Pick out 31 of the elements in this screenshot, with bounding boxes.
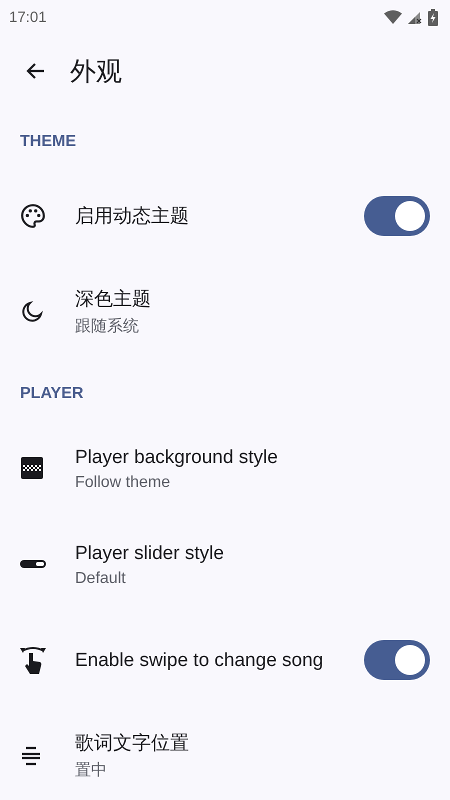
item-value: Follow theme xyxy=(75,474,172,492)
checkered-square-icon xyxy=(20,456,44,480)
item-value: 跟随系统 xyxy=(75,316,140,337)
toggle-switch[interactable] xyxy=(364,196,430,236)
item-title: 深色主题 xyxy=(75,288,152,312)
status-time: 17:01 xyxy=(9,8,47,26)
no-signal-icon xyxy=(408,10,422,24)
moon-icon xyxy=(20,300,44,324)
item-title: Player background style xyxy=(75,446,279,470)
toggle-switch[interactable] xyxy=(364,640,430,680)
settings-item[interactable]: Player slider style Default xyxy=(0,516,450,612)
page-title: 外观 xyxy=(70,56,122,88)
settings-item[interactable]: Enable swipe to change song xyxy=(0,612,450,708)
slider-icon xyxy=(20,559,46,569)
wifi-icon xyxy=(384,10,402,24)
settings-item[interactable]: 歌词文字位置 置中 xyxy=(0,708,450,800)
item-title: 歌词文字位置 xyxy=(75,732,190,756)
settings-item[interactable]: Player background style Follow theme xyxy=(0,420,450,516)
item-value: 置中 xyxy=(75,760,108,781)
item-title: Player slider style xyxy=(75,542,225,566)
item-value: Default xyxy=(75,570,127,588)
center-align-icon xyxy=(20,746,42,766)
settings-item[interactable]: 启用动态主题 xyxy=(0,168,450,264)
palette-icon xyxy=(20,203,46,229)
item-title: 启用动态主题 xyxy=(75,204,190,228)
settings-item[interactable]: 深色主题 跟随系统 xyxy=(0,264,450,360)
section-header: PLAYER xyxy=(20,385,84,403)
battery-charging-icon xyxy=(428,8,438,26)
swipe-gesture-icon xyxy=(20,645,46,675)
section-header: THEME xyxy=(20,133,76,151)
item-title: Enable swipe to change song xyxy=(75,648,324,672)
